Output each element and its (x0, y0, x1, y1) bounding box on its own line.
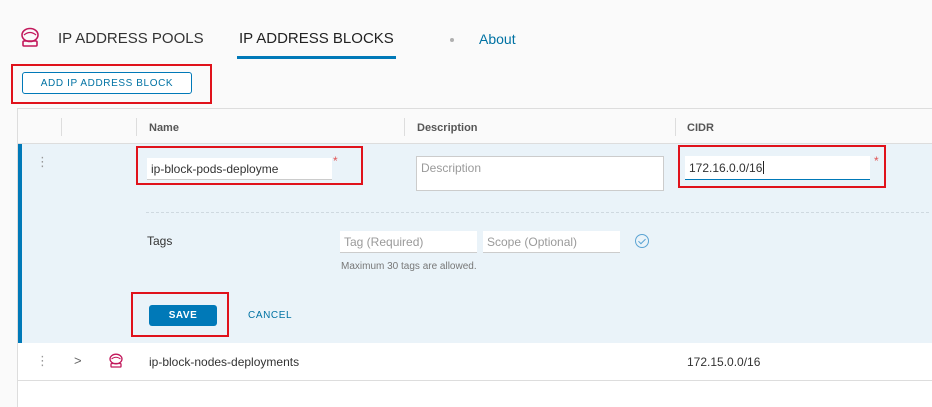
header-cidr[interactable]: CIDR (687, 122, 714, 134)
scope-input[interactable]: Scope (Optional) (483, 231, 620, 253)
check-circle-icon[interactable] (635, 234, 649, 248)
highlight-box-cidr (678, 145, 886, 188)
tab-ip-address-blocks[interactable]: IP ADDRESS BLOCKS (237, 30, 396, 59)
tag-placeholder: Tag (Required) (344, 234, 424, 249)
dashed-separator (146, 212, 929, 213)
tag-input[interactable]: Tag (Required) (340, 231, 477, 253)
grid-header: Name Description CIDR (18, 108, 932, 144)
header-name[interactable]: Name (149, 122, 179, 134)
ip-pool-icon (21, 27, 39, 47)
highlight-box-name (136, 146, 363, 185)
tags-limit-note: Maximum 30 tags are allowed. (341, 261, 477, 272)
ip-block-icon (109, 353, 123, 368)
row-cidr: 172.15.0.0/16 (687, 355, 761, 369)
chevron-right-icon[interactable]: > (74, 353, 82, 368)
column-separator (136, 118, 137, 136)
highlight-box-save (131, 292, 229, 337)
cancel-button[interactable]: CANCEL (248, 310, 292, 321)
column-separator (675, 118, 676, 136)
header-description[interactable]: Description (417, 122, 478, 134)
separator-dot (450, 38, 454, 42)
column-separator (61, 118, 62, 136)
row-name: ip-block-nodes-deployments (149, 355, 300, 369)
kebab-menu-icon[interactable]: ⋮ (36, 354, 49, 367)
active-tab-underline (237, 56, 396, 59)
tab-ip-address-pools[interactable]: IP ADDRESS POOLS (58, 30, 204, 47)
table-row[interactable]: ⋮ > ip-block-nodes-deployments 172.15.0.… (18, 343, 932, 381)
highlight-box-add (11, 64, 212, 104)
column-separator (404, 118, 405, 136)
top-tab-bar: IP ADDRESS POOLS IP ADDRESS BLOCKS About (0, 0, 932, 60)
scope-placeholder: Scope (Optional) (487, 234, 578, 249)
description-placeholder: Description (421, 161, 482, 175)
kebab-menu-icon[interactable]: ⋮ (36, 155, 49, 168)
tags-label: Tags (147, 234, 173, 248)
description-input[interactable]: Description (416, 156, 664, 191)
tab-ip-address-blocks-label: IP ADDRESS BLOCKS (239, 30, 394, 47)
about-link[interactable]: About (479, 31, 516, 47)
